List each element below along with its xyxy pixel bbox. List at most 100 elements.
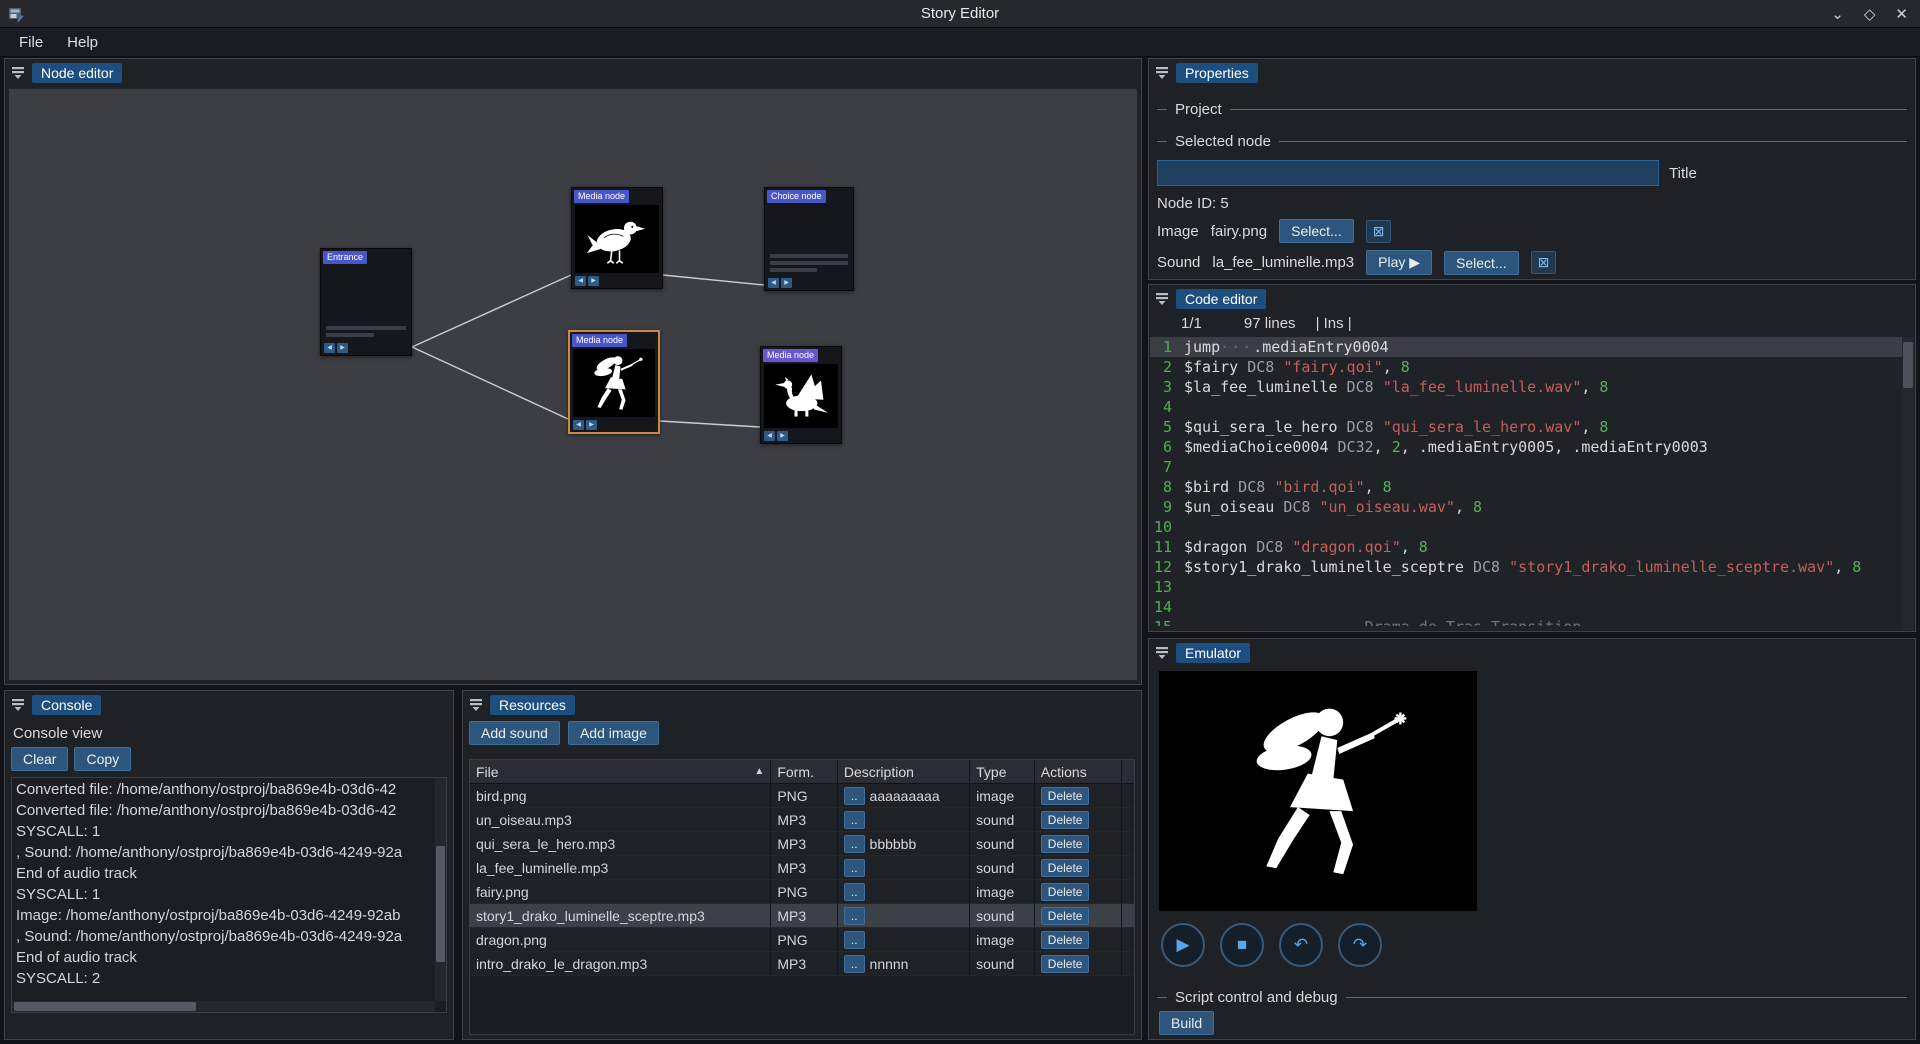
code-scrollbar[interactable] xyxy=(1902,337,1914,630)
delete-button[interactable]: Delete xyxy=(1041,955,1090,973)
node-prev-icon[interactable]: ◀ xyxy=(764,431,775,441)
node-canvas[interactable]: Entrance ◀ ▶ Media node ◀ ▶ Choice node … xyxy=(9,89,1137,680)
copy-console-button[interactable]: Copy xyxy=(74,747,131,771)
node-title-input[interactable] xyxy=(1157,160,1659,186)
menu-help[interactable]: Help xyxy=(56,30,109,55)
code-line[interactable]: 4 xyxy=(1150,397,1902,417)
clear-image-button[interactable]: ⊠ xyxy=(1366,220,1392,243)
code-line[interactable]: 15 ------- Drama de Tras Transition ----… xyxy=(1150,617,1902,626)
code-line[interactable]: 7 xyxy=(1150,457,1902,477)
table-row[interactable]: la_fee_luminelle.mp3MP3..soundDelete xyxy=(470,856,1134,880)
delete-button[interactable]: Delete xyxy=(1041,835,1090,853)
project-group-label: Project xyxy=(1175,101,1222,118)
console-hscroll-thumb[interactable] xyxy=(14,1002,196,1011)
edit-description-button[interactable]: .. xyxy=(844,931,865,949)
step-forward-button[interactable]: ↷ xyxy=(1338,923,1382,967)
play-sound-button[interactable]: Play ▶ xyxy=(1366,250,1432,275)
clear-console-button[interactable]: Clear xyxy=(11,747,68,771)
add-image-button[interactable]: Add image xyxy=(568,721,659,745)
table-row[interactable]: intro_drako_le_dragon.mp3MP3..nnnnnsound… xyxy=(470,952,1134,976)
column-header-file[interactable]: File ▲ xyxy=(470,760,771,783)
stop-button[interactable]: ■ xyxy=(1220,923,1264,967)
table-row[interactable]: qui_sera_le_hero.mp3MP3..bbbbbbsoundDele… xyxy=(470,832,1134,856)
code-line[interactable]: 1jump···.mediaEntry0004 xyxy=(1150,337,1902,357)
console-vscroll-thumb[interactable] xyxy=(436,846,445,962)
delete-button[interactable]: Delete xyxy=(1041,859,1090,877)
node-next-icon[interactable]: ▶ xyxy=(337,343,348,353)
code-line[interactable]: 11$dragon DC8 "dragon.qoi", 8 xyxy=(1150,537,1902,557)
emulator-title[interactable]: Emulator xyxy=(1176,643,1250,663)
node-prev-icon[interactable]: ◀ xyxy=(324,343,335,353)
close-button[interactable]: ✕ xyxy=(1895,5,1908,23)
node-next-icon[interactable]: ▶ xyxy=(777,431,788,441)
select-sound-button[interactable]: Select... xyxy=(1444,251,1519,275)
code-editor-title[interactable]: Code editor xyxy=(1176,289,1266,309)
resources-title[interactable]: Resources xyxy=(490,695,575,715)
type-cell: sound xyxy=(970,952,1035,975)
maximize-button[interactable]: ◇ xyxy=(1864,5,1876,23)
node-next-icon[interactable]: ▶ xyxy=(781,278,792,288)
delete-button[interactable]: Delete xyxy=(1041,931,1090,949)
edit-description-button[interactable]: .. xyxy=(844,907,865,925)
console-hscrollbar[interactable] xyxy=(12,1001,435,1012)
edit-description-button[interactable]: .. xyxy=(844,835,865,853)
code-line[interactable]: 5$qui_sera_le_hero DC8 "qui_sera_le_hero… xyxy=(1150,417,1902,437)
table-row[interactable]: fairy.pngPNG..imageDelete xyxy=(470,880,1134,904)
edit-description-button[interactable]: .. xyxy=(844,811,865,829)
node-prev-icon[interactable]: ◀ xyxy=(573,420,584,430)
node-next-icon[interactable]: ▶ xyxy=(586,420,597,430)
code-line[interactable]: 13 xyxy=(1150,577,1902,597)
code-line[interactable]: 3$la_fee_luminelle DC8 "la_fee_luminelle… xyxy=(1150,377,1902,397)
code-line[interactable]: 10 xyxy=(1150,517,1902,537)
node-prev-icon[interactable]: ◀ xyxy=(575,276,586,286)
properties-title[interactable]: Properties xyxy=(1176,63,1258,83)
column-header-format[interactable]: Form. xyxy=(771,760,838,783)
code-lines[interactable]: 1jump···.mediaEntry00042$fairy DC8 "fair… xyxy=(1150,337,1902,630)
code-line[interactable]: 6$mediaChoice0004 DC32, 2, .mediaEntry00… xyxy=(1150,437,1902,457)
node-next-icon[interactable]: ▶ xyxy=(588,276,599,286)
description-cell: ..nnnnn xyxy=(838,952,970,975)
delete-button[interactable]: Delete xyxy=(1041,811,1090,829)
node-media-fairy[interactable]: Media node ◀ ▶ xyxy=(568,330,660,434)
delete-button[interactable]: Delete xyxy=(1041,883,1090,901)
delete-button[interactable]: Delete xyxy=(1041,787,1090,805)
column-header-type[interactable]: Type xyxy=(970,760,1035,783)
code-line[interactable]: 8$bird DC8 "bird.qoi", 8 xyxy=(1150,477,1902,497)
edit-description-button[interactable]: .. xyxy=(844,883,865,901)
clear-sound-button[interactable]: ⊠ xyxy=(1531,251,1557,274)
node-editor-title[interactable]: Node editor xyxy=(32,63,122,83)
code-line[interactable]: 2$fairy DC8 "fairy.qoi", 8 xyxy=(1150,357,1902,377)
table-row[interactable]: story1_drako_luminelle_sceptre.mp3MP3..s… xyxy=(470,904,1134,928)
minimize-button[interactable]: ⌄ xyxy=(1831,5,1844,23)
node-prev-icon[interactable]: ◀ xyxy=(768,278,779,288)
code-line[interactable]: 9$un_oiseau DC8 "un_oiseau.wav", 8 xyxy=(1150,497,1902,517)
step-back-button[interactable]: ↶ xyxy=(1279,923,1323,967)
build-button[interactable]: Build xyxy=(1159,1011,1214,1035)
node-media-bird[interactable]: Media node ◀ ▶ xyxy=(571,187,663,289)
code-line[interactable]: 12$story1_drako_luminelle_sceptre DC8 "s… xyxy=(1150,557,1902,577)
play-button[interactable]: ▶ xyxy=(1161,923,1205,967)
node-entrance[interactable]: Entrance ◀ ▶ xyxy=(320,248,412,356)
actions-cell: Delete xyxy=(1035,928,1122,951)
properties-header: Properties xyxy=(1149,59,1915,85)
delete-button[interactable]: Delete xyxy=(1041,907,1090,925)
table-row[interactable]: un_oiseau.mp3MP3..soundDelete xyxy=(470,808,1134,832)
code-line[interactable]: 14 xyxy=(1150,597,1902,617)
edit-description-button[interactable]: .. xyxy=(844,787,865,805)
node-label: Media node xyxy=(574,190,629,203)
code-scrollbar-thumb[interactable] xyxy=(1903,342,1913,388)
add-sound-button[interactable]: Add sound xyxy=(469,721,560,745)
table-row[interactable]: dragon.pngPNG..imageDelete xyxy=(470,928,1134,952)
table-row[interactable]: bird.pngPNG..aaaaaaaaaimageDelete xyxy=(470,784,1134,808)
column-header-actions[interactable]: Actions xyxy=(1035,760,1122,783)
console-title[interactable]: Console xyxy=(32,695,101,715)
console-vscrollbar[interactable] xyxy=(435,778,446,1001)
console-output[interactable]: Converted file: /home/anthony/ostproj/ba… xyxy=(11,777,447,1013)
node-choice[interactable]: Choice node ◀ ▶ xyxy=(764,187,854,291)
menu-file[interactable]: File xyxy=(8,30,54,55)
edit-description-button[interactable]: .. xyxy=(844,955,865,973)
node-media-dragon[interactable]: Media node ◀ ▶ xyxy=(760,346,842,444)
select-image-button[interactable]: Select... xyxy=(1279,219,1354,243)
edit-description-button[interactable]: .. xyxy=(844,859,865,877)
column-header-description[interactable]: Description xyxy=(838,760,970,783)
